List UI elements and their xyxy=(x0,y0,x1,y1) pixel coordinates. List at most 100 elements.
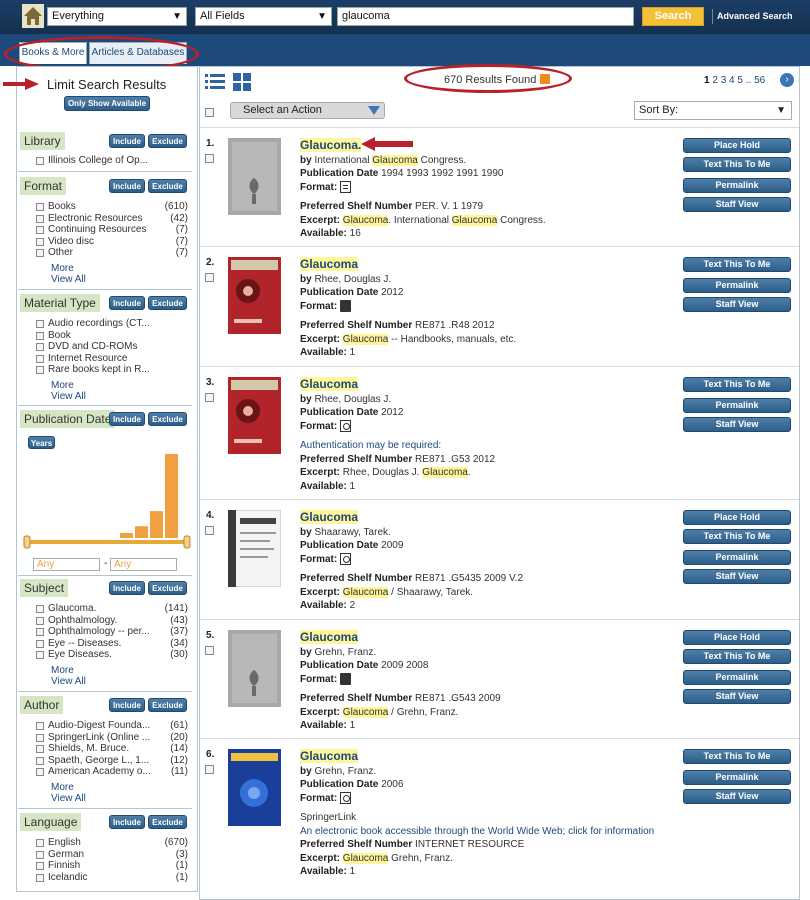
facet-option[interactable]: Continuing Resources (7) xyxy=(20,224,190,236)
only-show-available-button[interactable]: Only Show Available xyxy=(64,96,150,111)
checkbox[interactable] xyxy=(36,651,44,659)
include-button[interactable]: Include xyxy=(109,698,145,712)
years-button[interactable]: Years xyxy=(28,436,55,449)
facet-option[interactable]: Finnish (1) xyxy=(20,860,190,872)
include-button[interactable]: Include xyxy=(109,134,145,148)
staff-button[interactable]: Staff View xyxy=(683,297,791,312)
select-all-checkbox[interactable] xyxy=(205,108,214,117)
publication-date-histogram[interactable] xyxy=(22,450,192,555)
checkbox[interactable] xyxy=(36,639,44,648)
exclude-button[interactable]: Exclude xyxy=(148,179,187,193)
view-all-link[interactable]: View All xyxy=(20,793,190,804)
facet-option[interactable]: Audio-Digest Founda... (61) xyxy=(20,720,190,732)
result-title-link[interactable]: Glaucoma xyxy=(300,510,359,524)
page-link[interactable]: 56 xyxy=(754,75,765,86)
checkbox[interactable] xyxy=(36,605,44,613)
hold-button[interactable]: Place Hold xyxy=(683,510,791,525)
facet-option[interactable]: Audio recordings (CT... xyxy=(20,318,190,330)
exclude-button[interactable]: Exclude xyxy=(148,815,187,829)
facet-option[interactable]: Other (7) xyxy=(20,247,190,259)
sort-by-select[interactable]: Sort By: ▼ xyxy=(634,101,792,120)
author-highlight[interactable]: Glaucoma xyxy=(372,154,418,166)
text-button[interactable]: Text This To Me xyxy=(683,749,791,764)
book-cover-image[interactable] xyxy=(228,377,281,454)
checkbox[interactable] xyxy=(36,157,44,165)
view-all-link[interactable]: View All xyxy=(20,274,190,285)
include-button[interactable]: Include xyxy=(109,815,145,829)
checkbox[interactable] xyxy=(36,249,44,257)
checkbox[interactable] xyxy=(36,354,44,363)
facet-option[interactable]: Eye Diseases. (30) xyxy=(20,649,190,661)
search-input[interactable]: glaucoma xyxy=(337,7,634,26)
include-button[interactable]: Include xyxy=(109,412,145,426)
search-scope-select[interactable]: Everything ▼ xyxy=(47,7,187,26)
next-page-icon[interactable]: › xyxy=(780,73,794,87)
include-button[interactable]: Include xyxy=(109,179,145,193)
search-field-select[interactable]: All Fields ▼ xyxy=(195,7,332,26)
checkbox[interactable] xyxy=(36,839,44,847)
facet-option[interactable]: German (3) xyxy=(20,849,190,861)
date-to-input[interactable]: Any xyxy=(110,558,177,571)
page-link[interactable]: 2 xyxy=(712,75,718,86)
access-note[interactable]: An electronic book accessible through th… xyxy=(300,825,675,839)
result-title-link[interactable]: Glaucoma xyxy=(300,749,359,763)
checkbox[interactable] xyxy=(36,628,44,636)
permalink-button[interactable]: Permalink xyxy=(683,550,791,565)
facet-option[interactable]: Electronic Resources (42) xyxy=(20,213,190,225)
exclude-button[interactable]: Exclude xyxy=(148,296,187,310)
permalink-button[interactable]: Permalink xyxy=(683,178,791,193)
author-name[interactable]: Rhee, Douglas J. xyxy=(314,394,391,405)
more-link[interactable]: More xyxy=(20,380,190,391)
result-checkbox[interactable] xyxy=(205,393,214,402)
result-title-link[interactable]: Glaucoma xyxy=(300,257,359,271)
permalink-button[interactable]: Permalink xyxy=(683,398,791,413)
facet-option[interactable]: Glaucoma. (141) xyxy=(20,603,190,615)
checkbox[interactable] xyxy=(36,237,44,246)
permalink-button[interactable]: Permalink xyxy=(683,770,791,785)
hold-button[interactable]: Place Hold xyxy=(683,138,791,153)
checkbox[interactable] xyxy=(36,616,44,625)
more-link[interactable]: More xyxy=(20,263,190,274)
exclude-button[interactable]: Exclude xyxy=(148,412,187,426)
page-link[interactable]: 4 xyxy=(729,75,735,86)
author-name-suffix[interactable]: Congress. xyxy=(418,155,467,166)
result-title-link[interactable]: Glaucoma. xyxy=(300,138,362,152)
view-all-link[interactable]: View All xyxy=(20,676,190,687)
more-link[interactable]: More xyxy=(20,665,190,676)
result-title-link[interactable]: Glaucoma xyxy=(300,630,359,644)
exclude-button[interactable]: Exclude xyxy=(148,581,187,595)
checkbox[interactable] xyxy=(36,850,44,859)
checkbox[interactable] xyxy=(36,366,44,374)
staff-button[interactable]: Staff View xyxy=(683,689,791,704)
facet-option[interactable]: Icelandic (1) xyxy=(20,872,190,884)
text-button[interactable]: Text This To Me xyxy=(683,649,791,664)
list-view-icon[interactable] xyxy=(205,73,225,91)
checkbox[interactable] xyxy=(36,320,44,328)
checkbox[interactable] xyxy=(36,873,44,882)
staff-button[interactable]: Staff View xyxy=(683,569,791,584)
checkbox[interactable] xyxy=(36,226,44,234)
facet-option[interactable]: American Academy o... (11) xyxy=(20,766,190,778)
result-checkbox[interactable] xyxy=(205,273,214,282)
text-button[interactable]: Text This To Me xyxy=(683,377,791,392)
book-cover-image[interactable] xyxy=(228,510,281,587)
select-action-dropdown[interactable]: Select an Action xyxy=(230,102,385,119)
exclude-button[interactable]: Exclude xyxy=(148,698,187,712)
author-name[interactable]: International xyxy=(314,155,372,166)
page-link[interactable]: 3 xyxy=(721,75,727,86)
facet-option[interactable]: SpringerLink (Online ... (20) xyxy=(20,732,190,744)
staff-button[interactable]: Staff View xyxy=(683,789,791,804)
facet-option[interactable]: Eye -- Diseases. (34) xyxy=(20,638,190,650)
advanced-search-link[interactable]: Advanced Search xyxy=(712,9,808,24)
include-button[interactable]: Include xyxy=(109,296,145,310)
facet-option[interactable]: DVD and CD-ROMs xyxy=(20,341,190,353)
result-checkbox[interactable] xyxy=(205,765,214,774)
author-name[interactable]: Grehn, Franz. xyxy=(314,647,376,658)
result-checkbox[interactable] xyxy=(205,154,214,163)
checkbox[interactable] xyxy=(36,733,44,742)
staff-button[interactable]: Staff View xyxy=(683,197,791,212)
page-link[interactable]: 5 xyxy=(737,75,743,86)
facet-option[interactable]: Rare books kept in R... xyxy=(20,364,190,376)
facet-option[interactable]: Book xyxy=(20,330,190,342)
exclude-button[interactable]: Exclude xyxy=(148,134,187,148)
